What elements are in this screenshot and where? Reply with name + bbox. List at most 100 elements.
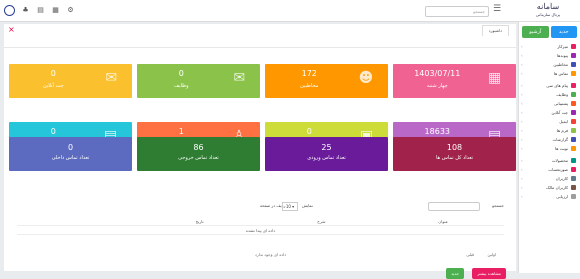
sidebar-item-label: نوبت ها (555, 146, 568, 151)
sidebar-item[interactable]: ‹ مخاطبین (519, 60, 580, 69)
sidebar-item[interactable]: ‹ محصولات (519, 156, 580, 165)
per-page-value: 10 (285, 204, 291, 209)
sidebar-item[interactable]: ‹ نوبت ها (519, 144, 580, 153)
sidebar-item[interactable]: ‹ کاربران مالک (519, 183, 580, 192)
sidebar-item[interactable]: ‹ تماس ها (519, 69, 580, 78)
chevron-icon: ‹ (521, 137, 523, 142)
chevron-icon: ‹ (521, 83, 523, 88)
tab-dashboard[interactable]: داشبورد (481, 25, 509, 36)
table-empty-row: داده ای پیدا نشده (17, 226, 504, 235)
pagination-prev[interactable]: قبلی (466, 252, 474, 257)
sidebar-item[interactable]: ‹ کاربران (519, 174, 580, 183)
sidebar-item-label: پیام های سی (546, 83, 568, 88)
sidebar-item-icon (571, 185, 576, 190)
sidebar-item[interactable]: ‹ ارزیابی (519, 192, 580, 201)
sidebar-item[interactable]: ‹ وظایف (519, 90, 580, 99)
chevron-icon: ‹ (521, 128, 523, 133)
sidebar-item[interactable]: ‹ فرم ها (519, 126, 580, 135)
sidebar-item-icon (571, 167, 576, 172)
call-stat-card[interactable]: 0 تعداد تماس داخلی (9, 137, 132, 171)
stat-card[interactable]: 0 چت آنلاین ✉ (9, 64, 132, 98)
power-icon[interactable] (4, 5, 15, 16)
sidebar-item-icon (571, 176, 576, 181)
card-label: مخاطبین (300, 83, 319, 89)
column-header[interactable]: تاریخ (139, 217, 261, 225)
table-search-input[interactable] (428, 202, 480, 211)
call-stat-card[interactable]: 108 تعداد کل تماس ها (393, 137, 516, 171)
bell-icon[interactable]: ♣ (21, 6, 30, 15)
sidebar-item-label: ارزیابی (556, 194, 568, 199)
sidebar-item-label: چت آنلاین (551, 110, 568, 115)
logo-title: سامانه (536, 2, 560, 11)
chevron-icon: ‹ (521, 44, 523, 49)
sidebar-item[interactable]: ‹ میزکار (519, 42, 580, 51)
card-value: 25 (321, 143, 332, 152)
column-header[interactable] (17, 217, 139, 225)
grid-icon[interactable]: ▦ (51, 6, 60, 15)
sidebar-menu: ‹ میزکار ‹ پیوندها ‹ مخاطبین ‹ تماس ها ‹ پیام های… (519, 42, 580, 201)
call-stat-card[interactable]: 25 تعداد تماس ورودی (265, 137, 388, 171)
data-table: تاریخ شرح عنوان داده ای پیدا نشده (17, 217, 504, 235)
sidebar-item-icon (571, 44, 576, 49)
chevron-icon: ‹ (521, 71, 523, 76)
calendar-icon: ▦ (488, 70, 502, 86)
logo-subtitle: پرتال سازمانی (535, 12, 561, 17)
stat-card[interactable]: 0 وظایف ✉ (137, 64, 260, 98)
top-icons: ♣ ▤ ▦ ⚙ (4, 5, 75, 16)
column-header[interactable]: عنوان (382, 217, 504, 225)
table-header: تاریخ شرح عنوان (17, 217, 504, 226)
sidebar-item-label: کاربران مالک (546, 185, 568, 190)
new-item-button[interactable]: جدید (446, 268, 464, 279)
card-label: چهار شنبه (426, 83, 448, 89)
sidebar-item[interactable]: ‹ پشتیبانی (519, 99, 580, 108)
chevron-icon: ‹ (521, 101, 523, 106)
column-header[interactable]: شرح (261, 217, 383, 225)
sidebar-item-label: میزکار (557, 44, 568, 49)
sidebar-item[interactable]: ‹ صورتحساب (519, 165, 580, 174)
sidebar-item-icon (571, 128, 576, 133)
sidebar-item-icon (571, 146, 576, 151)
info-text: داده ای وجود ندارد (255, 252, 287, 257)
chevron-icon: ‹ (521, 146, 523, 151)
sidebar-item[interactable]: ‹ چت آنلاین (519, 108, 580, 117)
sidebar-item-icon (571, 62, 576, 67)
close-icon[interactable]: × (8, 26, 15, 34)
card-value: 0 (50, 127, 56, 136)
settings-icon[interactable]: ⚙ (66, 6, 75, 15)
top-search-input[interactable]: جستجو (425, 6, 489, 17)
card-value: 1 (178, 127, 184, 136)
archive-button[interactable]: آرشیو (522, 26, 549, 38)
empty-text: داده ای پیدا نشده (245, 228, 276, 233)
chevron-icon: ‹ (521, 110, 523, 115)
sidebar-item[interactable]: ‹ ایمیل (519, 117, 580, 126)
show-label: نمایش (302, 203, 313, 208)
sidebar-item-icon (571, 158, 576, 163)
table-search-label: جستجو (492, 203, 504, 208)
sidebar-item[interactable]: ‹ پیام های سی (519, 81, 580, 90)
sidebar-item-label: گزارشات (552, 137, 569, 142)
sidebar-item-label: فرم ها (556, 128, 568, 133)
menu-icon[interactable]: ☰ (493, 5, 501, 14)
card-value: 86 (193, 143, 204, 152)
card-label: تعداد کل تماس ها (435, 155, 474, 161)
per-page-select[interactable]: 10 ▾ (282, 202, 298, 211)
stat-card[interactable]: 1403/07/11 چهار شنبه ▦ (393, 64, 516, 98)
message-icon[interactable]: ▤ (36, 6, 45, 15)
stat-card[interactable]: 172 مخاطبین ☻ (265, 64, 388, 98)
card-value: 0 (178, 69, 184, 78)
chevron-icon: ‹ (521, 185, 523, 190)
view-more-button[interactable]: مشاهده بیشتر (472, 268, 506, 279)
card-label: وظایف (174, 83, 189, 89)
sidebar-item-icon (571, 137, 576, 142)
sidebar-item-label: پشتیبانی (554, 101, 568, 106)
card-value: 18633 (424, 127, 450, 136)
chevron-icon: ‹ (521, 158, 523, 163)
pagination-first[interactable]: اولین (487, 252, 496, 257)
new-button[interactable]: جدید (550, 26, 577, 38)
card-label: تعداد تماس خروجی (178, 155, 219, 161)
call-stat-card[interactable]: 86 تعداد تماس خروجی (137, 137, 260, 171)
sidebar-item[interactable]: ‹ پیوندها (519, 51, 580, 60)
sidebar-item[interactable]: ‹ گزارشات (519, 135, 580, 144)
sidebar-item-label: وظایف (556, 92, 568, 97)
card-label: تعداد تماس ورودی (307, 155, 346, 161)
